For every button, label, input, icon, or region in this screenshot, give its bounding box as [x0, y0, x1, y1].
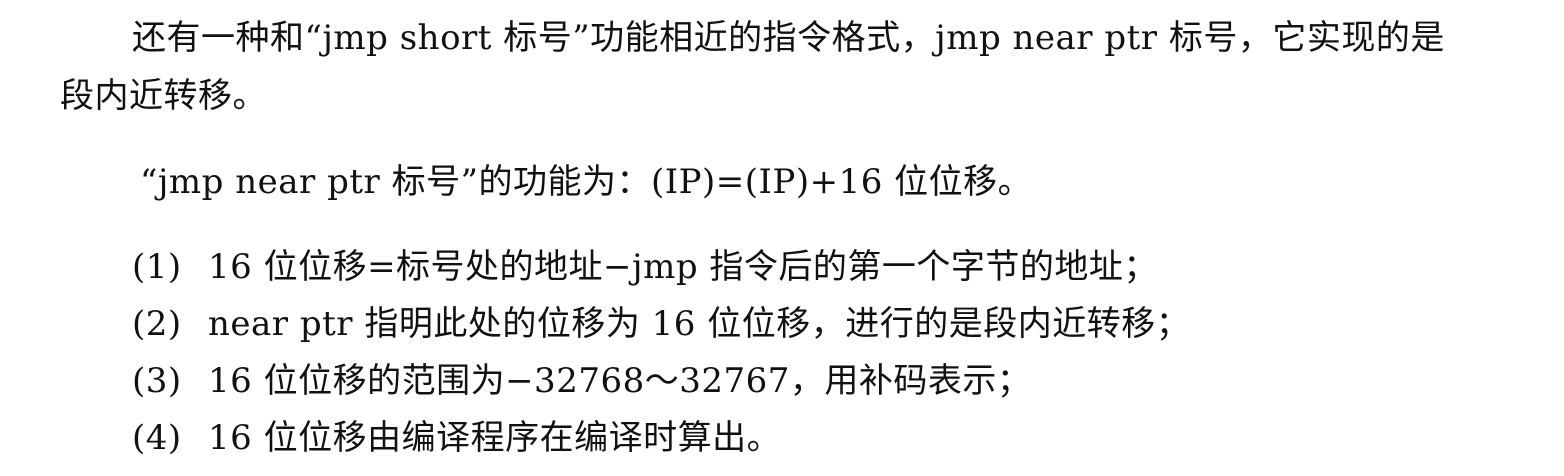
list-item-number: (2)	[132, 304, 182, 344]
list-item: (3) 16 位位移的范围为−32768～32767，用补码表示；	[132, 361, 1031, 401]
paragraph-2: “jmp near ptr 标号”的功能为：(IP)=(IP)+16 位位移。	[140, 162, 1033, 202]
list-item: (2) near ptr 指明此处的位移为 16 位位移，进行的是段内近转移；	[132, 304, 1190, 344]
list-item: (1) 16 位位移=标号处的地址−jmp 指令后的第一个字节的地址；	[132, 247, 1158, 287]
list-item-text: 16 位位移的范围为−32768～32767，用补码表示；	[208, 361, 1032, 401]
list-item-text: near ptr 指明此处的位移为 16 位位移，进行的是段内近转移；	[208, 304, 1191, 344]
list-item: (4) 16 位位移由编译程序在编译时算出。	[132, 418, 781, 458]
list-item-number: (1)	[132, 247, 182, 287]
list-item-number: (3)	[132, 361, 182, 401]
list-item-text: 16 位位移由编译程序在编译时算出。	[208, 418, 782, 458]
list-item-text: 16 位位移=标号处的地址−jmp 指令后的第一个字节的地址；	[208, 247, 1158, 287]
list-item-number: (4)	[132, 418, 182, 458]
paragraph-1-line-1: 还有一种和“jmp short 标号”功能相近的指令格式，jmp near pt…	[132, 18, 1445, 58]
document-page: 还有一种和“jmp short 标号”功能相近的指令格式，jmp near pt…	[0, 0, 1564, 476]
paragraph-1-line-2: 段内近转移。	[60, 76, 267, 116]
